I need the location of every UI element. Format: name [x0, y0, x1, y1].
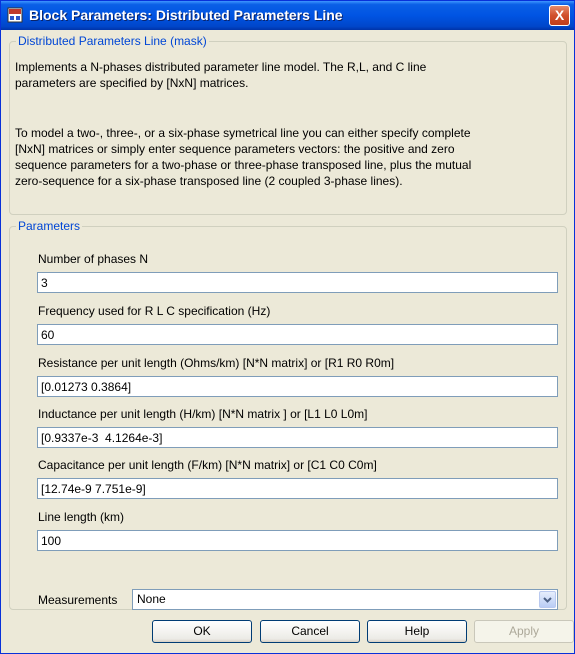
description-line: parameters are specified by [NxN] matric…	[15, 76, 249, 90]
title-bar[interactable]: Block Parameters: Distributed Parameters…	[1, 1, 574, 30]
mask-description-paragraph-1: Implements a N-phases distributed parame…	[15, 59, 555, 91]
inductance-input[interactable]	[37, 427, 558, 448]
dialog-window: Block Parameters: Distributed Parameters…	[0, 0, 575, 654]
description-line: [NxN] matrices or simply enter sequence …	[15, 142, 455, 156]
mask-group-legend: Distributed Parameters Line (mask)	[18, 34, 207, 48]
description-line: zero-sequence for a six-phase transposed…	[15, 174, 403, 188]
close-icon: X	[554, 7, 565, 23]
simulink-block-icon	[7, 7, 23, 23]
description-line: sequence parameters for a two-phase or t…	[15, 158, 472, 172]
resistance-label: Resistance per unit length (Ohms/km) [N*…	[38, 356, 395, 370]
chevron-down-icon	[543, 597, 552, 603]
apply-button[interactable]: Apply	[474, 620, 574, 643]
description-line: Implements a N-phases distributed parame…	[15, 60, 427, 74]
capacitance-label: Capacitance per unit length (F/km) [N*N …	[38, 458, 377, 472]
measurements-label: Measurements	[38, 593, 118, 607]
close-button[interactable]: X	[549, 5, 570, 26]
parameters-group-legend: Parameters	[18, 219, 81, 233]
description-line: To model a two-, three-, or a six-phase …	[15, 126, 471, 140]
help-button[interactable]: Help	[367, 620, 467, 643]
line-length-label: Line length (km)	[38, 510, 125, 524]
inductance-label: Inductance per unit length (H/km) [N*N m…	[38, 407, 368, 421]
measurements-selected-value: None	[137, 592, 166, 606]
window-title: Block Parameters: Distributed Parameters…	[29, 7, 343, 23]
ok-button[interactable]: OK	[152, 620, 252, 643]
dropdown-button[interactable]	[539, 591, 556, 608]
resistance-input[interactable]	[37, 376, 558, 397]
frequency-input[interactable]	[37, 324, 558, 345]
measurements-select[interactable]: None	[132, 589, 558, 610]
phases-label: Number of phases N	[38, 252, 149, 266]
phases-input[interactable]	[37, 272, 558, 293]
line-length-input[interactable]	[37, 530, 558, 551]
capacitance-input[interactable]	[37, 478, 558, 499]
cancel-button[interactable]: Cancel	[260, 620, 360, 643]
mask-description-paragraph-2: To model a two-, three-, or a six-phase …	[15, 125, 555, 189]
frequency-label: Frequency used for R L C specification (…	[38, 304, 271, 318]
